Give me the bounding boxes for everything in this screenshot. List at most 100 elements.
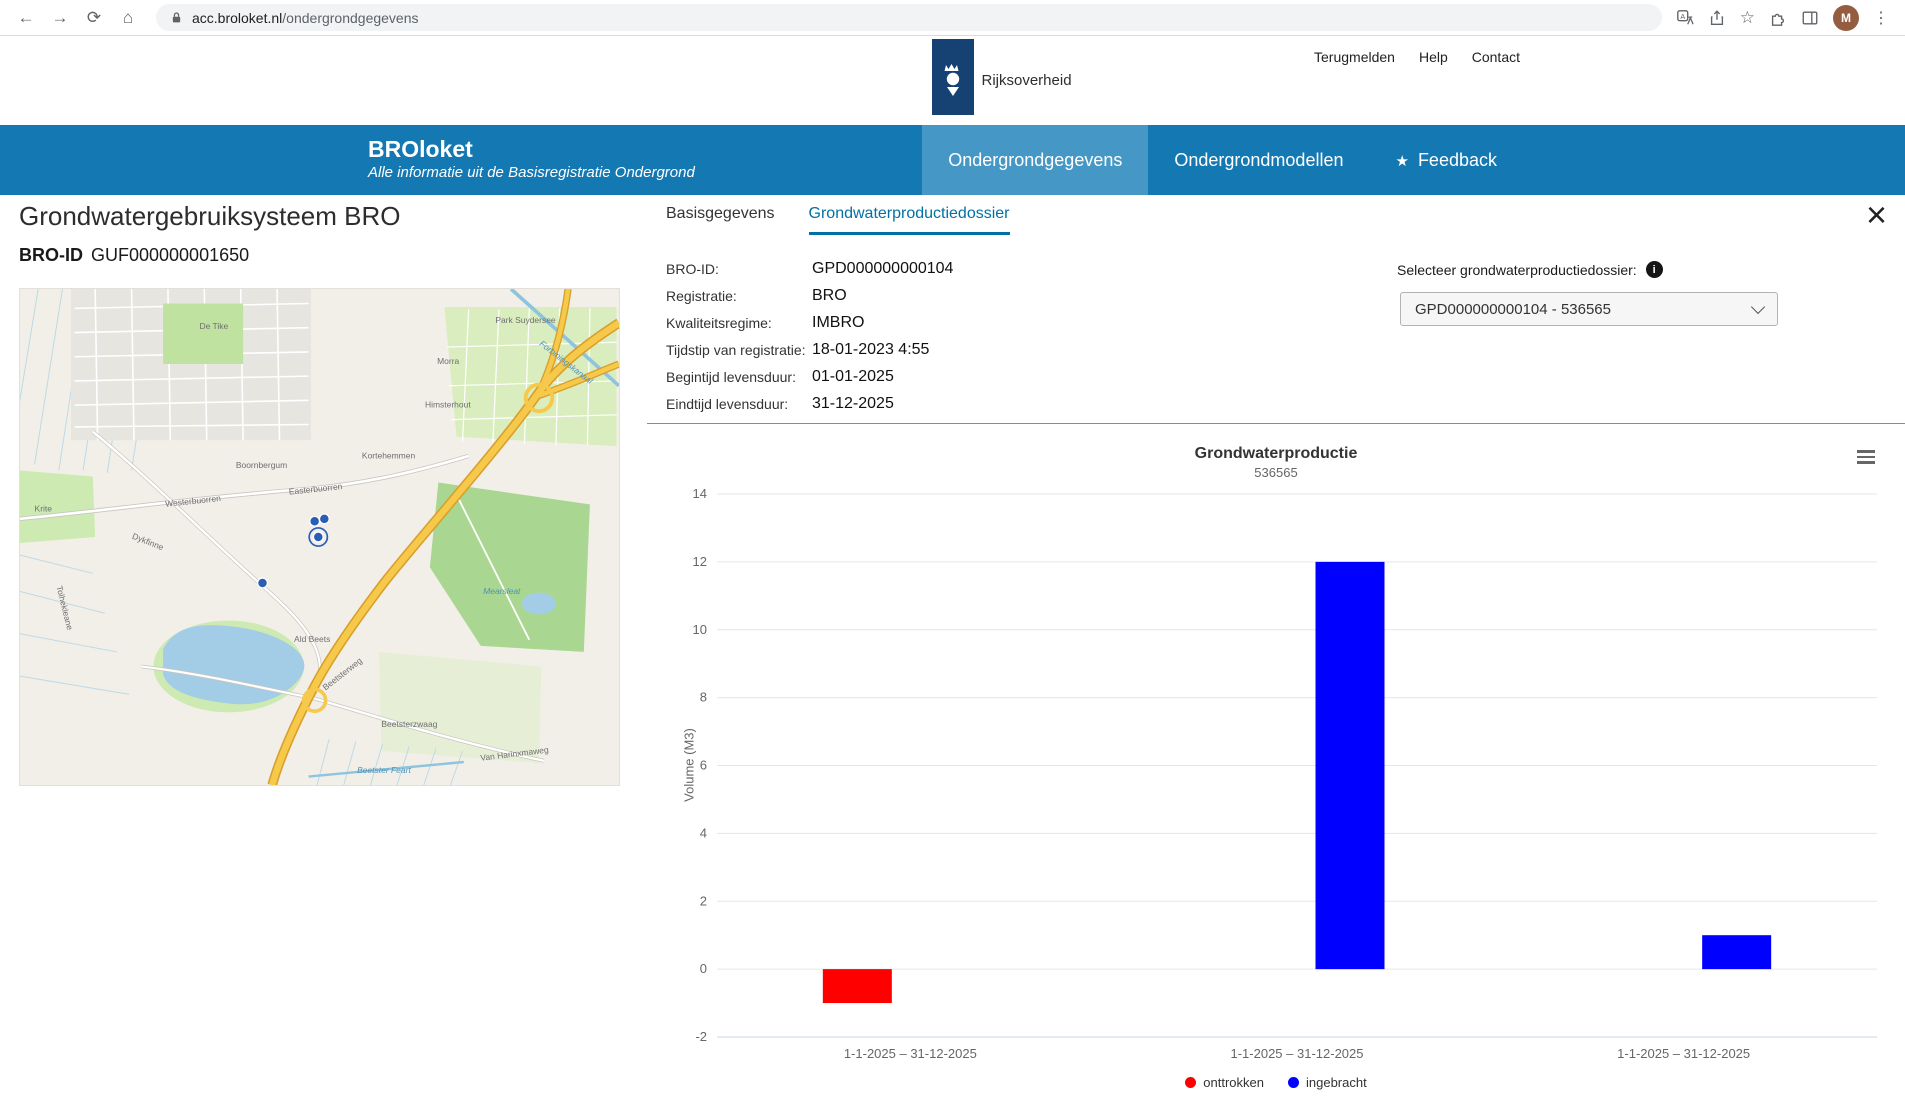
rijksoverheid-logo-icon[interactable] [932,39,974,115]
y-tick-label: 4 [700,825,707,840]
detail-label: Eindtijd levensduur: [666,396,812,412]
y-axis-title: Volume (M3) [682,728,697,802]
close-icon[interactable]: × [1866,195,1887,235]
brand[interactable]: BROloket Alle informatie uit de Basisreg… [368,136,695,184]
detail-label: Registratie: [666,288,812,304]
url-domain: acc.broloket.nl [192,10,282,26]
url-text: acc.broloket.nl/ondergrondgegevens [192,10,419,26]
y-tick-label: 6 [700,758,707,773]
map-label: Park Suydersee [495,315,556,325]
nav-item-ondergrondgegevens[interactable]: Ondergrondgegevens [922,125,1148,195]
legend-label: ingebracht [1306,1075,1367,1090]
tab-grondwaterproductiedossier[interactable]: Grondwaterproductiedossier [809,205,1010,235]
detail-value: 01-01-2025 [812,368,894,386]
x-tick-label: 1-1-2025 – 31-12-2025 [844,1046,977,1061]
nav-item-feedback[interactable]: ★ Feedback [1369,125,1523,195]
bar-onttrokken[interactable] [823,969,892,1003]
link-contact[interactable]: Contact [1472,49,1520,65]
bar-ingebracht[interactable] [1702,935,1771,969]
detail-row: Tijdstip van registratie: 18-01-2023 4:5… [666,336,953,363]
detail-row: BRO-ID: GPD000000000104 [666,255,953,282]
detail-label: BRO-ID: [666,261,812,277]
legend-marker-icon [1288,1077,1299,1088]
map-label: Kortehemmen [362,450,416,460]
y-tick-label: -2 [695,1029,707,1044]
logo-text: Rijksoverheid [982,72,1072,89]
map-label: Morra [437,356,459,366]
forward-icon[interactable]: → [46,4,74,32]
detail-value: 18-01-2023 4:55 [812,341,929,359]
map-label: Himsterhout [425,400,471,410]
chart-subtitle: 536565 [647,465,1905,480]
chart-title: Grondwaterproductie [647,445,1905,463]
bro-id-value: GUF000000001650 [91,245,249,265]
y-tick-label: 2 [700,893,707,908]
info-icon[interactable]: i [1646,261,1663,278]
detail-value: 31-12-2025 [812,395,894,413]
content: Grondwatergebruiksysteem BRO BRO-ID GUF00… [0,195,1905,1111]
detail-value: GPD000000000104 [812,260,953,278]
nav-item-ondergrondmodellen[interactable]: Ondergrondmodellen [1148,125,1369,195]
chart-menu-icon[interactable] [1853,445,1879,469]
detail-label: Kwaliteitsregime: [666,315,812,331]
detail-row: Registratie: BRO [666,282,953,309]
map-marker[interactable] [310,516,320,526]
map-marker[interactable] [320,514,330,524]
browser-menu-icon[interactable]: ⋮ [1873,8,1889,28]
translate-icon[interactable]: A [1676,9,1694,27]
share-icon[interactable] [1708,9,1726,27]
nav-item-feedback-label: Feedback [1418,150,1497,170]
side-panel-icon[interactable] [1801,9,1819,27]
y-tick-label: 12 [693,554,707,569]
map-marker[interactable] [258,578,268,588]
link-help[interactable]: Help [1419,49,1448,65]
detail-label: Begintijd levensduur: [666,369,812,385]
bar-ingebracht[interactable] [1316,562,1385,969]
chevron-down-icon [1751,300,1765,314]
svg-text:A: A [1680,11,1685,20]
reload-icon[interactable]: ⟳ [80,4,108,32]
bro-id-line: BRO-ID GUF000000001650 [19,245,249,266]
dossier-select[interactable]: GPD000000000104 - 536565 [1400,292,1778,326]
legend-marker-icon [1185,1077,1196,1088]
chart-legend: onttrokken ingebracht [647,1075,1905,1090]
chart: -2024681012141-1-2025 – 31-12-20251-1-20… [647,437,1905,1109]
map[interactable]: De Tike Park Suydersee Morra Himsterhout Boo… [19,288,620,786]
brand-title: BROloket [368,136,695,162]
map-label: De Tike [199,321,228,331]
back-icon[interactable]: ← [12,4,40,32]
link-terugmelden[interactable]: Terugmelden [1314,49,1395,65]
detail-value: IMBRO [812,314,864,332]
legend-item-onttrokken[interactable]: onttrokken [1185,1075,1264,1090]
y-tick-label: 8 [700,690,707,705]
map-marker[interactable] [313,532,323,542]
nav-items: Ondergrondgegevens Ondergrondmodellen ★ F… [922,125,1523,195]
page-title: Grondwatergebruiksysteem BRO [19,201,400,232]
brand-tagline: Alle informatie uit de Basisregistratie … [368,162,695,184]
dossier-select-value: GPD000000000104 - 536565 [1415,301,1611,318]
main-navbar: BROloket Alle informatie uit de Basisreg… [0,125,1905,195]
lock-icon [170,11,183,24]
bookmark-star-icon[interactable]: ☆ [1740,8,1755,28]
browser-toolbar-icons: A ☆ M ⋮ [1676,5,1893,31]
address-bar[interactable]: acc.broloket.nl/ondergrondgegevens [156,4,1662,31]
details-list: BRO-ID: GPD000000000104 Registratie: BRO… [666,255,953,417]
legend-label: onttrokken [1203,1075,1264,1090]
avatar[interactable]: M [1833,5,1859,31]
y-tick-label: 14 [693,486,707,501]
detail-value: BRO [812,287,847,305]
header-links: Terugmelden Help Contact [1314,49,1520,65]
bro-id-label: BRO-ID [19,245,83,265]
home-icon[interactable]: ⌂ [114,4,142,32]
detail-row: Begintijd levensduur: 01-01-2025 [666,363,953,390]
map-label: Boornbergum [236,460,287,470]
star-icon: ★ [1395,153,1408,170]
extensions-icon[interactable] [1769,9,1787,27]
selector-label: Selecteer grondwaterproductiedossier: [1397,262,1637,278]
tab-basisgegevens[interactable]: Basisgegevens [666,205,775,235]
legend-item-ingebracht[interactable]: ingebracht [1288,1075,1367,1090]
x-tick-label: 1-1-2025 – 31-12-2025 [1231,1046,1364,1061]
site-header: Rijksoverheid Terugmelden Help Contact [0,36,1905,125]
y-tick-label: 10 [693,622,707,637]
detail-label: Tijdstip van registratie: [666,342,812,358]
